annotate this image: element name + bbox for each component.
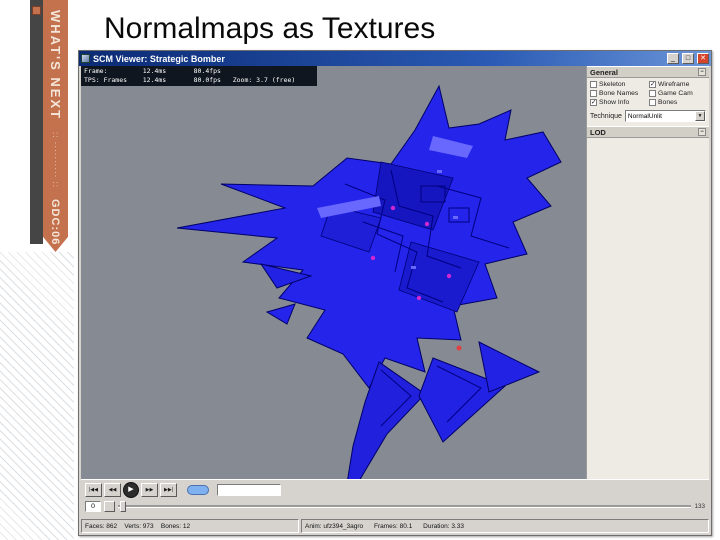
technique-dropdown[interactable]: NormalUnlit ▼ bbox=[624, 110, 706, 122]
bone-names-checkbox-label: Bone Names bbox=[599, 90, 639, 97]
rewind-button[interactable]: ◀◀ bbox=[104, 482, 121, 497]
ribbon-brand-text: WHAT'S NEXT bbox=[48, 10, 63, 121]
transport-indicator-pill[interactable] bbox=[187, 484, 209, 495]
checkbox-skeleton[interactable]: Skeleton bbox=[590, 81, 648, 88]
viewport-stats-overlay: Frame: 12.4ms 80.4fps TPS: Frames 12.4ms… bbox=[81, 66, 317, 86]
status-bar: Faces: 862 Verts: 973 Bones: 12 Anim: uf… bbox=[81, 519, 709, 533]
ribbon-chip-icon bbox=[32, 6, 41, 15]
last-frame-button[interactable]: ▶▶| bbox=[160, 482, 177, 497]
frame-step-button[interactable] bbox=[104, 500, 115, 512]
wireframe-checkbox-label: Wireframe bbox=[658, 81, 690, 88]
game-cam-checkbox-label: Game Cam bbox=[658, 90, 693, 97]
stats-line2: TPS: Frames 12.4ms 80.0fps Zoom: 3.7 (fr… bbox=[84, 76, 296, 84]
model-viewport[interactable]: Frame: 12.4ms 80.4fps TPS: Frames 12.4ms… bbox=[81, 66, 586, 479]
page-title: Normalmaps as Textures bbox=[104, 12, 436, 45]
wireframe-checkbox-box[interactable]: ✓ bbox=[649, 81, 656, 88]
timeline-row: 0 133 bbox=[81, 499, 709, 513]
status-mesh-info: Faces: 862 Verts: 973 Bones: 12 bbox=[81, 519, 299, 533]
current-frame-field[interactable]: 0 bbox=[85, 500, 101, 512]
bone-names-checkbox-box[interactable] bbox=[590, 90, 597, 97]
checkbox-bones[interactable]: Bones bbox=[649, 99, 707, 106]
maximize-button[interactable]: □ bbox=[682, 53, 694, 64]
lod-collapse-button[interactable]: − bbox=[698, 128, 706, 136]
checkbox-grid: Skeleton ✓ Wireframe Bone Names Game Cam… bbox=[587, 78, 709, 108]
ribbon-event-text: GDC:06 bbox=[49, 198, 61, 246]
close-button[interactable]: ✕ bbox=[697, 53, 709, 64]
animation-combo[interactable] bbox=[217, 483, 281, 496]
lod-section-header[interactable]: LOD − bbox=[587, 126, 709, 138]
technique-row: Technique NormalUnlit ▼ bbox=[587, 108, 709, 126]
fast-forward-button[interactable]: ▶▶ bbox=[141, 482, 158, 497]
window-icon bbox=[81, 54, 90, 63]
checkbox-bone-names[interactable]: Bone Names bbox=[590, 90, 648, 97]
scm-viewer-window: SCM Viewer: Strategic Bomber _ □ ✕ Frame… bbox=[78, 50, 712, 536]
settings-panel: General − Skeleton ✓ Wireframe Bone Name… bbox=[586, 66, 709, 479]
bones-checkbox-label: Bones bbox=[658, 99, 678, 106]
window-titlebar[interactable]: SCM Viewer: Strategic Bomber _ □ ✕ bbox=[79, 51, 711, 66]
timeline-slider[interactable] bbox=[118, 500, 692, 512]
skeleton-checkbox-box[interactable] bbox=[590, 81, 597, 88]
ribbon-dark-bar bbox=[30, 0, 43, 244]
checkbox-game-cam[interactable]: Game Cam bbox=[649, 90, 707, 97]
checkbox-wireframe[interactable]: ✓ Wireframe bbox=[649, 81, 707, 88]
general-collapse-button[interactable]: − bbox=[698, 68, 706, 76]
bomber-model bbox=[176, 84, 562, 479]
show-info-checkbox-box[interactable]: ✓ bbox=[590, 99, 597, 106]
general-section-header[interactable]: General − bbox=[587, 66, 709, 78]
transport-bar: |◀◀ ◀◀ ▶ ▶▶ ▶▶| bbox=[81, 479, 709, 499]
ribbon-dots-text: :: ·········· :: bbox=[51, 131, 60, 188]
timeline-thumb[interactable] bbox=[120, 500, 126, 512]
show-info-checkbox-label: Show Info bbox=[599, 99, 630, 106]
status-anim-info: Anim: ufz394_3agro Frames: 80.1 Duration… bbox=[301, 519, 709, 533]
stats-line1: Frame: 12.4ms 80.4fps bbox=[84, 67, 221, 75]
bones-checkbox-box[interactable] bbox=[649, 99, 656, 106]
lod-header-label: LOD bbox=[590, 127, 606, 137]
minimize-button[interactable]: _ bbox=[667, 53, 679, 64]
ribbon-text: WHAT'S NEXT :: ·········· :: GDC:06 bbox=[43, 0, 68, 252]
technique-value: NormalUnlit bbox=[627, 112, 662, 120]
checkbox-show-info[interactable]: ✓ Show Info bbox=[590, 99, 648, 106]
gdc-ribbon: WHAT'S NEXT :: ·········· :: GDC:06 bbox=[43, 0, 68, 252]
game-cam-checkbox-box[interactable] bbox=[649, 90, 656, 97]
window-title: SCM Viewer: Strategic Bomber bbox=[93, 53, 225, 64]
first-frame-button[interactable]: |◀◀ bbox=[85, 482, 102, 497]
technique-label: Technique bbox=[590, 112, 622, 120]
skeleton-checkbox-label: Skeleton bbox=[599, 81, 626, 88]
chevron-down-icon[interactable]: ▼ bbox=[695, 111, 705, 121]
timeline-end-label: 133 bbox=[694, 502, 705, 510]
general-header-label: General bbox=[590, 67, 618, 77]
play-button[interactable]: ▶ bbox=[123, 481, 139, 498]
diagonal-stripes-decoration bbox=[0, 252, 74, 540]
